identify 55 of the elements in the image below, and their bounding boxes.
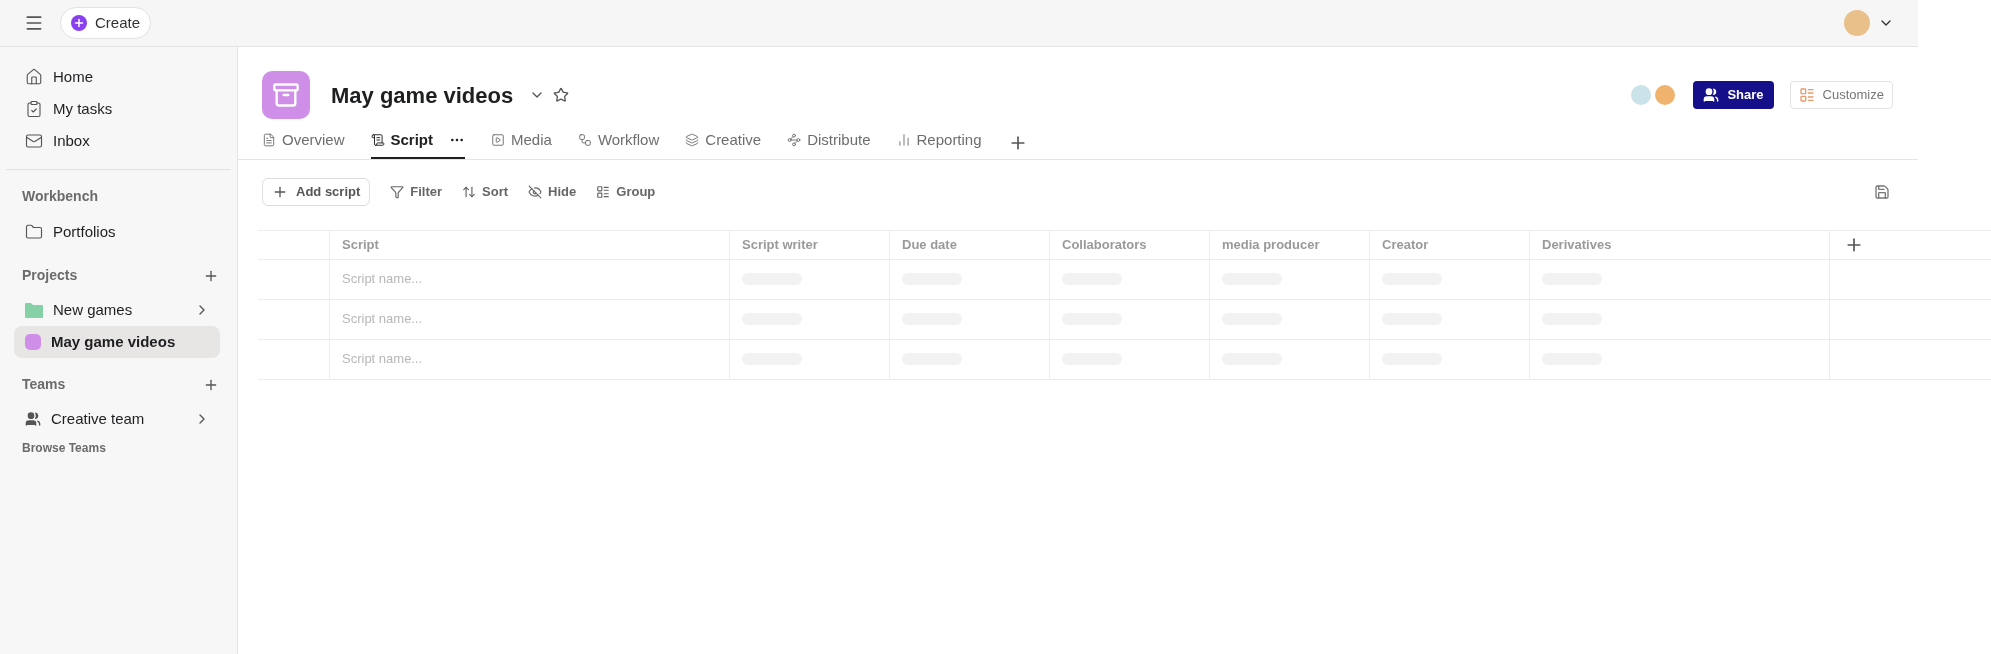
filter-icon [390, 184, 405, 199]
people-icon [25, 411, 41, 427]
create-button[interactable]: Create [60, 7, 152, 39]
star-icon[interactable] [553, 87, 570, 103]
column-header[interactable]: Derivatives [1542, 234, 1612, 255]
script-icon [370, 133, 385, 148]
customize-button[interactable]: Customize [1789, 81, 1893, 109]
reporting-icon [896, 133, 911, 148]
hide-icon [528, 184, 543, 199]
menu-icon[interactable] [24, 13, 44, 33]
sidebar-item[interactable]: Home [0, 61, 237, 93]
save-icon[interactable] [1874, 183, 1890, 200]
team-item[interactable]: Creative team [0, 403, 237, 435]
share-button[interactable]: Share [1693, 81, 1774, 109]
home-icon [25, 68, 43, 86]
group-icon [596, 184, 611, 199]
overview-icon [262, 133, 276, 148]
toolbar-action[interactable]: Filter [390, 181, 443, 202]
column-header[interactable]: Creator [1382, 234, 1429, 255]
column-header[interactable]: Due date [902, 234, 957, 255]
browse-teams-link[interactable]: Browse Teams [0, 439, 237, 457]
tab[interactable]: Creative [685, 129, 762, 159]
media-icon [491, 133, 506, 148]
sidebar-item[interactable]: My tasks [0, 93, 237, 125]
add-script-button[interactable]: Add script [262, 177, 371, 206]
column-header[interactable]: Script writer [742, 234, 818, 255]
section-heading: Workbench [22, 187, 98, 206]
tab[interactable]: Reporting [896, 129, 982, 159]
workflow-icon [577, 133, 592, 148]
project-title: May game videos [331, 81, 514, 110]
distribute-icon [787, 133, 802, 148]
people-icon [1703, 87, 1720, 103]
section-heading: Teams [22, 375, 66, 394]
tab[interactable]: Overview [262, 129, 345, 159]
sidebar-item[interactable]: Portfolios [0, 215, 237, 249]
tab[interactable]: Distribute [787, 129, 871, 159]
column-header[interactable]: Script [342, 234, 379, 255]
column-header[interactable]: Collaborators [1062, 234, 1147, 255]
inbox-icon [25, 132, 43, 150]
section-heading: Projects [22, 266, 78, 285]
sidebar-item[interactable]: Inbox [0, 125, 237, 157]
tab[interactable]: Script [370, 129, 466, 159]
tab[interactable]: Workflow [577, 129, 660, 159]
column-header[interactable]: media producer [1222, 234, 1320, 255]
tasks-icon [25, 100, 43, 118]
project-icon [262, 71, 310, 119]
toolbar-action[interactable]: Sort [462, 181, 509, 202]
folder-icon [25, 223, 43, 241]
creative-icon [685, 133, 700, 148]
project-item[interactable]: May game videos [14, 326, 220, 358]
sort-icon [462, 184, 477, 199]
toolbar-action[interactable]: Group [596, 181, 656, 202]
project-item[interactable]: New games [14, 294, 220, 326]
toolbar-action[interactable]: Hide [528, 181, 577, 202]
tab[interactable]: Media [491, 129, 552, 159]
